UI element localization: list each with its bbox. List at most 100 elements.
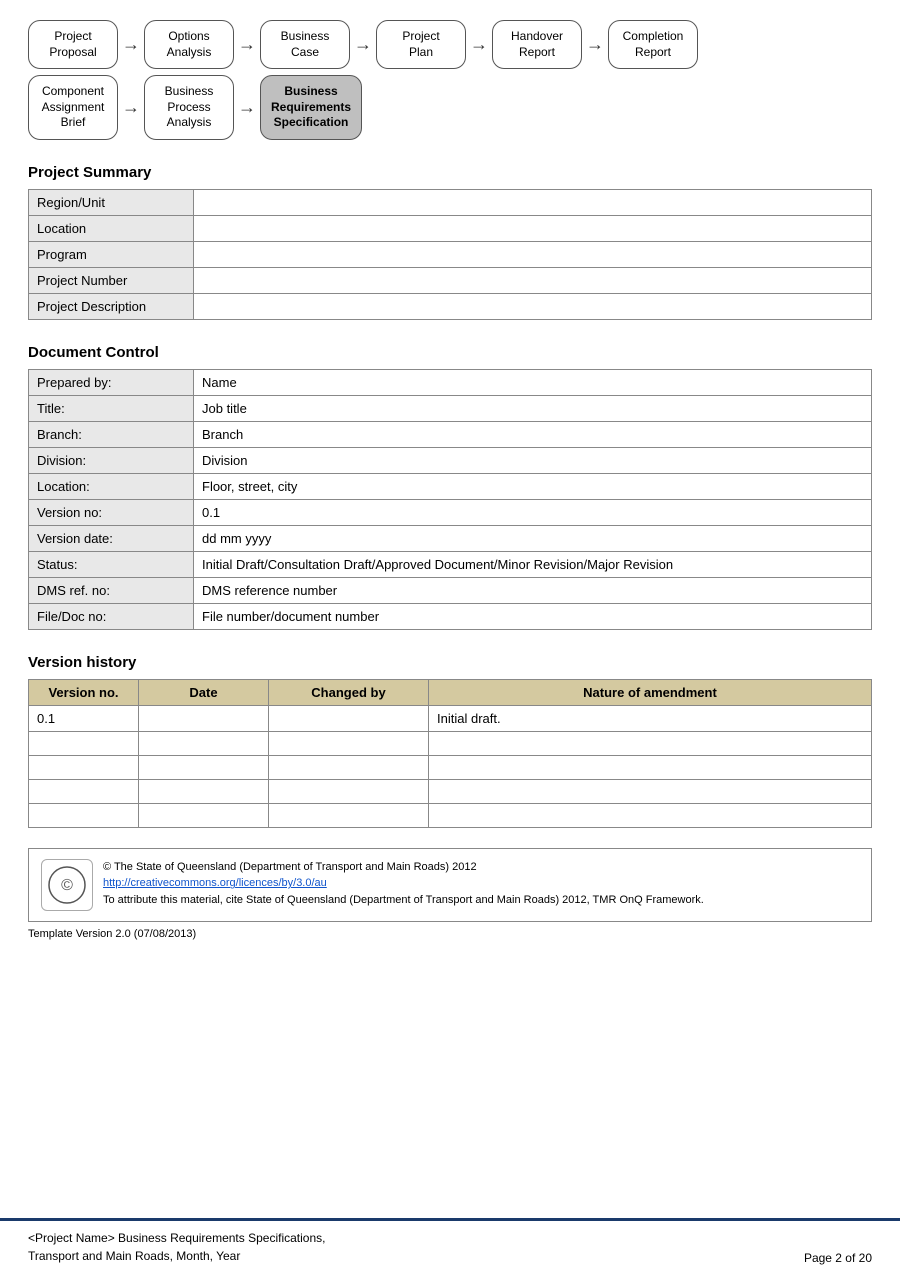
footer-left: <Project Name> Business Requirements Spe… xyxy=(28,1229,325,1265)
template-version: Template Version 2.0 (07/08/2013) xyxy=(28,928,872,940)
value-version-no: 0.1 xyxy=(194,499,872,525)
label-status: Status: xyxy=(29,551,194,577)
table-row xyxy=(29,803,872,827)
arrow-4: → xyxy=(470,34,488,55)
cell-changed-4 xyxy=(269,803,429,827)
flow-box-project-plan: ProjectPlan xyxy=(376,20,466,69)
cell-nature-4 xyxy=(429,803,872,827)
document-control-table: Prepared by: Name Title: Job title Branc… xyxy=(28,369,872,630)
table-row: DMS ref. no: DMS reference number xyxy=(29,577,872,603)
value-region-unit xyxy=(194,189,872,215)
label-location-doc: Location: xyxy=(29,473,194,499)
table-row: Version date: dd mm yyyy xyxy=(29,525,872,551)
copyright-text: © The State of Queensland (Department of… xyxy=(103,859,704,876)
footer-line1: <Project Name> Business Requirements Spe… xyxy=(28,1229,325,1247)
col-date: Date xyxy=(139,679,269,705)
value-status: Initial Draft/Consultation Draft/Approve… xyxy=(194,551,872,577)
flow-row-1: ProjectProposal → OptionsAnalysis → Busi… xyxy=(28,20,872,69)
value-version-date: dd mm yyyy xyxy=(194,525,872,551)
cell-date-0 xyxy=(139,705,269,731)
value-file-doc: File number/document number xyxy=(194,603,872,629)
value-project-number xyxy=(194,267,872,293)
table-row: Region/Unit xyxy=(29,189,872,215)
table-row: File/Doc no: File number/document number xyxy=(29,603,872,629)
footer-box: © © The State of Queensland (Department … xyxy=(28,848,872,922)
creative-commons-icon: © xyxy=(41,859,93,911)
cell-date-2 xyxy=(139,755,269,779)
flow-box-business-case: BusinessCase xyxy=(260,20,350,69)
cell-nature-1 xyxy=(429,731,872,755)
table-row: 0.1 Initial draft. xyxy=(29,705,872,731)
label-region-unit: Region/Unit xyxy=(29,189,194,215)
table-row: Division: Division xyxy=(29,447,872,473)
attribution-text: To attribute this material, cite State o… xyxy=(103,892,704,909)
arrow-7: → xyxy=(238,97,256,118)
value-branch: Branch xyxy=(194,421,872,447)
svg-text:©: © xyxy=(61,877,73,894)
value-division: Division xyxy=(194,447,872,473)
cell-version-1 xyxy=(29,731,139,755)
cell-version-2 xyxy=(29,755,139,779)
cell-nature-3 xyxy=(429,779,872,803)
col-changed-by: Changed by xyxy=(269,679,429,705)
label-project-number: Project Number xyxy=(29,267,194,293)
arrow-2: → xyxy=(238,34,256,55)
value-prepared-by: Name xyxy=(194,369,872,395)
footer-line2: Transport and Main Roads, Month, Year xyxy=(28,1247,325,1265)
label-location: Location xyxy=(29,215,194,241)
page: ProjectProposal → OptionsAnalysis → Busi… xyxy=(0,0,900,1273)
flow-box-handover-report: HandoverReport xyxy=(492,20,582,69)
cell-changed-1 xyxy=(269,731,429,755)
value-dms-ref: DMS reference number xyxy=(194,577,872,603)
cell-changed-3 xyxy=(269,779,429,803)
cell-changed-0 xyxy=(269,705,429,731)
table-row xyxy=(29,731,872,755)
cc-link: http://creativecommons.org/licences/by/3… xyxy=(103,875,704,892)
project-summary-title: Project Summary xyxy=(28,164,872,181)
value-title: Job title xyxy=(194,395,872,421)
flow-box-completion-report: CompletionReport xyxy=(608,20,698,69)
cell-nature-2 xyxy=(429,755,872,779)
page-info: Page 2 of 20 xyxy=(804,1251,872,1265)
label-title: Title: xyxy=(29,395,194,421)
table-row: Title: Job title xyxy=(29,395,872,421)
flow-box-project-proposal: ProjectProposal xyxy=(28,20,118,69)
label-version-date: Version date: xyxy=(29,525,194,551)
col-nature: Nature of amendment xyxy=(429,679,872,705)
arrow-6: → xyxy=(122,97,140,118)
table-row: Location xyxy=(29,215,872,241)
version-history-table: Version no. Date Changed by Nature of am… xyxy=(28,679,872,828)
value-location xyxy=(194,215,872,241)
cell-date-4 xyxy=(139,803,269,827)
label-branch: Branch: xyxy=(29,421,194,447)
cc-link-anchor[interactable]: http://creativecommons.org/licences/by/3… xyxy=(103,877,327,889)
arrow-5: → xyxy=(586,34,604,55)
label-project-description: Project Description xyxy=(29,293,194,319)
cell-version-0: 0.1 xyxy=(29,705,139,731)
label-prepared-by: Prepared by: xyxy=(29,369,194,395)
value-location-doc: Floor, street, city xyxy=(194,473,872,499)
flow-row-2: ComponentAssignmentBrief → BusinessProce… xyxy=(28,75,872,140)
col-version-no: Version no. xyxy=(29,679,139,705)
cell-version-3 xyxy=(29,779,139,803)
cell-changed-2 xyxy=(269,755,429,779)
page-footer: <Project Name> Business Requirements Spe… xyxy=(0,1218,900,1273)
table-row: Version no: 0.1 xyxy=(29,499,872,525)
flow-box-options-analysis: OptionsAnalysis xyxy=(144,20,234,69)
label-division: Division: xyxy=(29,447,194,473)
table-header-row: Version no. Date Changed by Nature of am… xyxy=(29,679,872,705)
value-project-description xyxy=(194,293,872,319)
document-control-title: Document Control xyxy=(28,344,872,361)
table-row: Location: Floor, street, city xyxy=(29,473,872,499)
cell-date-3 xyxy=(139,779,269,803)
label-version-no: Version no: xyxy=(29,499,194,525)
cell-date-1 xyxy=(139,731,269,755)
flow-box-business-process-analysis: BusinessProcessAnalysis xyxy=(144,75,234,140)
arrow-1: → xyxy=(122,34,140,55)
cell-nature-0: Initial draft. xyxy=(429,705,872,731)
table-row xyxy=(29,755,872,779)
label-file-doc: File/Doc no: xyxy=(29,603,194,629)
table-row: Project Description xyxy=(29,293,872,319)
arrow-3: → xyxy=(354,34,372,55)
table-row: Program xyxy=(29,241,872,267)
